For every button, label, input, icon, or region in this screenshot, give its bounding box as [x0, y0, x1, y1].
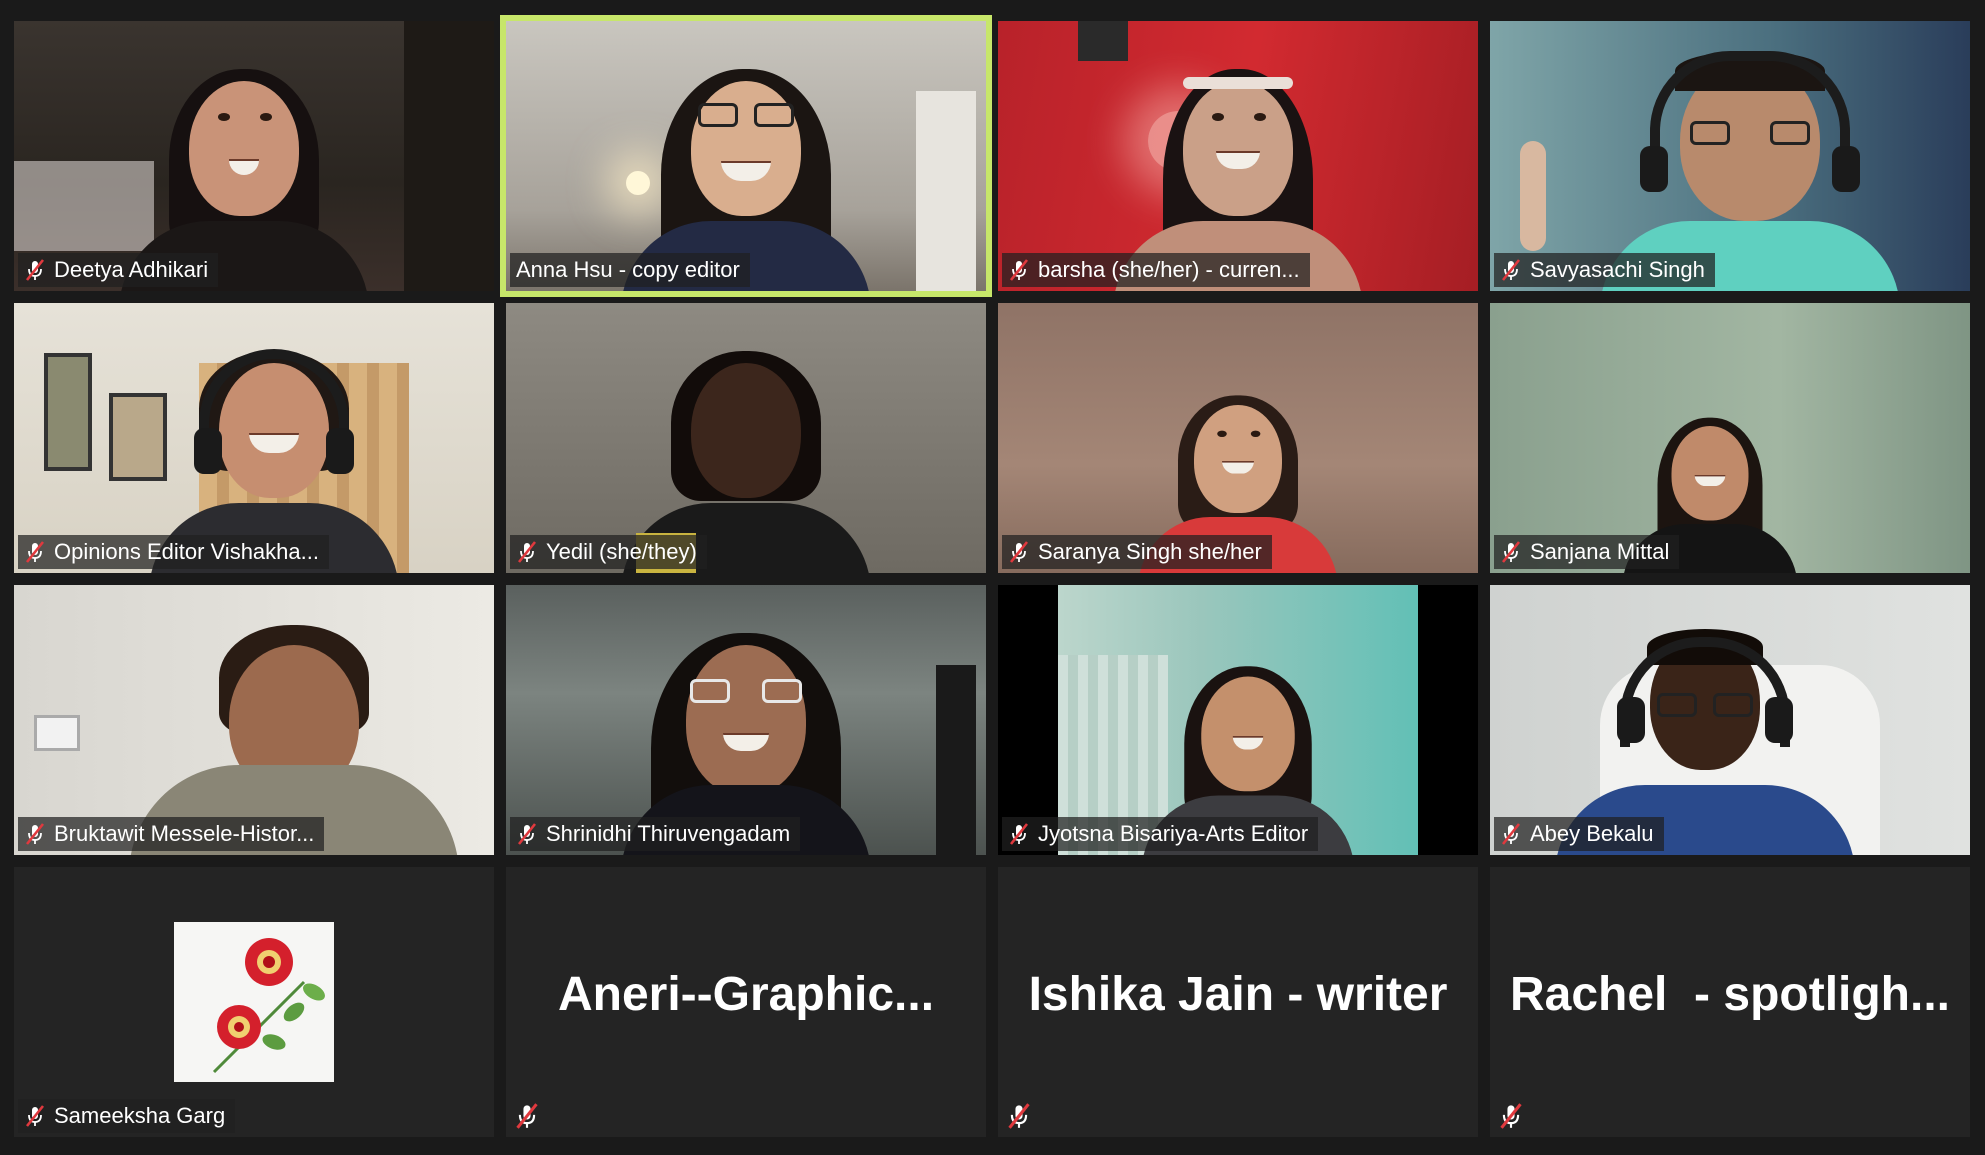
participant-label: Abey Bekalu: [1494, 817, 1664, 851]
participant-name: Deetya Adhikari: [54, 257, 209, 282]
participant-label: Opinions Editor Vishakha...: [18, 535, 329, 569]
video-feed: [506, 585, 986, 855]
participant-name: barsha (she/her) - curren...: [1038, 257, 1300, 282]
participant-label: Sameeksha Garg: [18, 1099, 236, 1133]
video-feed: [14, 21, 494, 291]
participant-tile[interactable]: Bruktawit Messele-Histor...: [14, 585, 494, 855]
participant-label: Bruktawit Messele-Histor...: [18, 817, 325, 851]
participant-label: Shrinidhi Thiruvengadam: [510, 817, 801, 851]
mic-muted-icon: [1009, 541, 1029, 563]
participant-name-large: Ishika Jain - writer: [1028, 968, 1448, 1021]
mic-muted-icon: [1501, 259, 1521, 281]
mic-muted-icon: [517, 823, 537, 845]
participant-name: Anna Hsu - copy editor: [516, 257, 740, 282]
participant-name: Yedil (she/they): [546, 539, 697, 564]
video-feed: [506, 21, 986, 291]
gallery-grid: Deetya Adhikari Anna Hsu - copy editor b…: [14, 15, 1970, 1137]
participant-tile[interactable]: Sanjana Mittal: [1490, 303, 1970, 573]
mic-muted-icon: [25, 541, 45, 563]
mic-muted-icon: [1500, 1103, 1522, 1129]
participant-name: Sanjana Mittal: [1530, 539, 1670, 564]
mic-muted-icon: [1008, 1103, 1030, 1129]
participant-name-large: Aneri--Graphic...: [557, 968, 935, 1021]
participant-tile[interactable]: Jyotsna Bisariya-Arts Editor: [998, 585, 1478, 855]
video-feed: [1490, 21, 1970, 291]
participant-tile[interactable]: Yedil (she/they): [506, 303, 986, 573]
video-feed: [998, 303, 1478, 573]
participant-name: Bruktawit Messele-Histor...: [54, 821, 315, 846]
mic-muted-icon: [516, 1103, 538, 1129]
video-feed: [1490, 585, 1970, 855]
participant-name: Savyasachi Singh: [1530, 257, 1705, 282]
participant-tile[interactable]: Abey Bekalu: [1490, 585, 1970, 855]
participant-tile-active-speaker[interactable]: Anna Hsu - copy editor: [500, 15, 992, 297]
mic-muted-icon: [517, 541, 537, 563]
video-feed: [14, 303, 494, 573]
participant-tile-video-off[interactable]: Sameeksha Garg: [14, 867, 494, 1137]
participant-tile[interactable]: Savyasachi Singh: [1490, 21, 1970, 291]
participant-name: Sameeksha Garg: [54, 1103, 226, 1128]
video-feed: [998, 21, 1478, 291]
participant-tile[interactable]: Saranya Singh she/her: [998, 303, 1478, 573]
participant-label: Anna Hsu - copy editor: [510, 253, 750, 287]
mic-muted-icon: [25, 823, 45, 845]
participant-label: Jyotsna Bisariya-Arts Editor: [1002, 817, 1319, 851]
participant-name: Abey Bekalu: [1530, 821, 1654, 846]
participant-tile[interactable]: Opinions Editor Vishakha...: [14, 303, 494, 573]
video-feed: [506, 303, 986, 573]
participant-name: Jyotsna Bisariya-Arts Editor: [1038, 821, 1309, 846]
mic-muted-icon: [25, 259, 45, 281]
participant-name: Shrinidhi Thiruvengadam: [546, 821, 791, 846]
video-feed: [998, 585, 1478, 855]
profile-avatar: [174, 922, 334, 1082]
mic-muted-icon: [1501, 823, 1521, 845]
video-feed: [14, 585, 494, 855]
participant-label: Yedil (she/they): [510, 535, 707, 569]
mic-muted-icon: [1009, 259, 1029, 281]
participant-label: Sanjana Mittal: [1494, 535, 1680, 569]
participant-tile[interactable]: Deetya Adhikari: [14, 21, 494, 291]
participant-tile-video-off[interactable]: Aneri--Graphic...: [506, 867, 986, 1137]
participant-tile[interactable]: Shrinidhi Thiruvengadam: [506, 585, 986, 855]
participant-name-large: Rachel - spotligh...: [1509, 968, 1951, 1021]
participant-name: Opinions Editor Vishakha...: [54, 539, 319, 564]
mic-muted-icon: [1009, 823, 1029, 845]
mic-muted-icon: [1501, 541, 1521, 563]
participant-label: Deetya Adhikari: [18, 253, 219, 287]
red-flowers-icon: [174, 922, 334, 1082]
participant-name: Saranya Singh she/her: [1038, 539, 1262, 564]
participant-label: barsha (she/her) - curren...: [1002, 253, 1310, 287]
participant-label: Saranya Singh she/her: [1002, 535, 1272, 569]
mic-muted-icon: [25, 1105, 45, 1127]
participant-label: Savyasachi Singh: [1494, 253, 1715, 287]
participant-tile-video-off[interactable]: Rachel - spotligh...: [1490, 867, 1970, 1137]
participant-tile[interactable]: barsha (she/her) - curren...: [998, 21, 1478, 291]
video-feed: [1490, 303, 1970, 573]
participant-tile-video-off[interactable]: Ishika Jain - writer: [998, 867, 1478, 1137]
